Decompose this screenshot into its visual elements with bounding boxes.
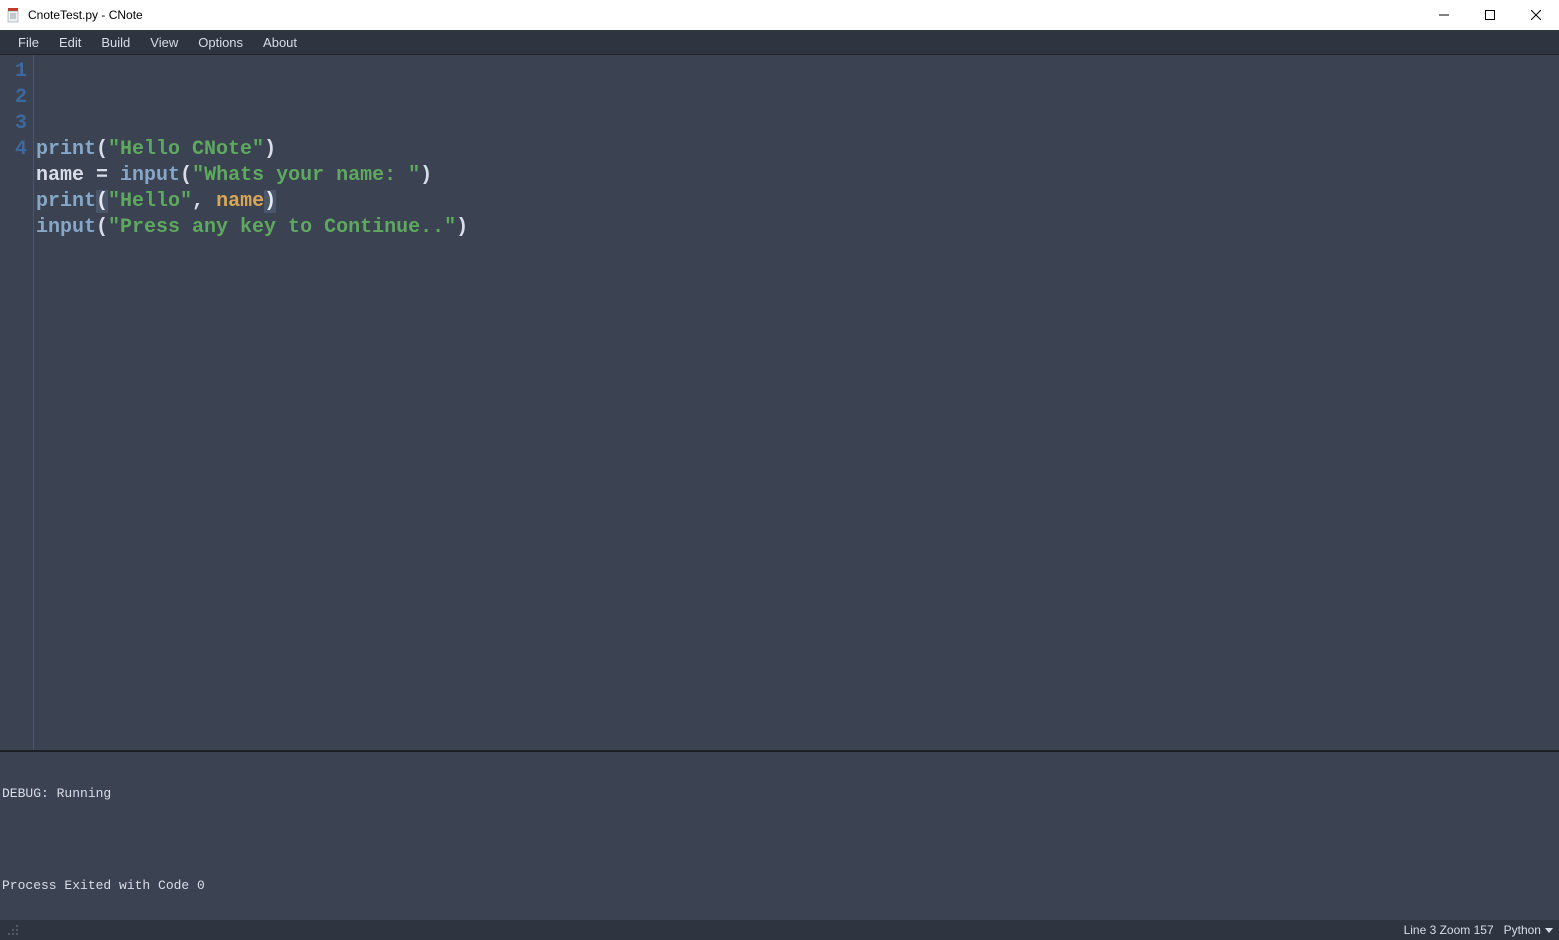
code-token: "Hello" bbox=[108, 190, 192, 213]
console-line: DEBUG: Running bbox=[2, 786, 1557, 802]
statusbar: Line 3 Zoom 157 Python bbox=[0, 920, 1559, 940]
code-token: name bbox=[36, 164, 96, 187]
code-token: ( bbox=[96, 216, 108, 239]
output-console[interactable]: DEBUG: Running Process Exited with Code … bbox=[0, 750, 1559, 920]
code-token: name bbox=[216, 190, 264, 213]
app-icon bbox=[6, 7, 22, 23]
app-window: CnoteTest.py - CNote File Edit Build Vie… bbox=[0, 0, 1559, 940]
code-token: "Whats your name: " bbox=[192, 164, 420, 187]
code-line[interactable]: input("Press any key to Continue..") bbox=[36, 215, 1559, 241]
line-number-gutter: 1 2 3 4 bbox=[0, 55, 34, 750]
line-number: 1 bbox=[0, 59, 27, 85]
code-token: ) bbox=[456, 216, 468, 239]
menu-view[interactable]: View bbox=[140, 30, 188, 54]
resize-grip-icon[interactable] bbox=[6, 923, 20, 937]
code-token: input bbox=[120, 164, 180, 187]
code-token: ( bbox=[96, 138, 108, 161]
code-area[interactable]: print("Hello CNote")name = input("Whats … bbox=[34, 55, 1559, 750]
code-token: = bbox=[96, 164, 120, 187]
console-line: Process Exited with Code 0 bbox=[2, 878, 1557, 894]
line-number: 4 bbox=[0, 137, 27, 163]
menu-about[interactable]: About bbox=[253, 30, 307, 54]
console-line bbox=[2, 832, 1557, 848]
menu-file[interactable]: File bbox=[8, 30, 49, 54]
window-title: CnoteTest.py - CNote bbox=[28, 8, 143, 22]
line-number: 3 bbox=[0, 111, 27, 137]
close-button[interactable] bbox=[1513, 0, 1559, 30]
minimize-button[interactable] bbox=[1421, 0, 1467, 30]
code-token: ) bbox=[420, 164, 432, 187]
code-token: ( bbox=[180, 164, 192, 187]
code-token: input bbox=[36, 216, 96, 239]
code-token: print bbox=[36, 138, 96, 161]
code-line[interactable]: name = input("Whats your name: ") bbox=[36, 163, 1559, 189]
code-token: print bbox=[36, 190, 96, 213]
line-number: 2 bbox=[0, 85, 27, 111]
code-line[interactable]: print("Hello CNote") bbox=[36, 137, 1559, 163]
code-token: , bbox=[192, 190, 216, 213]
menu-build[interactable]: Build bbox=[91, 30, 140, 54]
code-line[interactable]: print("Hello", name) bbox=[36, 189, 1559, 215]
language-selector[interactable]: Python bbox=[1504, 923, 1553, 937]
menu-options[interactable]: Options bbox=[188, 30, 253, 54]
menu-edit[interactable]: Edit bbox=[49, 30, 91, 54]
code-token: "Hello CNote" bbox=[108, 138, 264, 161]
code-token: "Press any key to Continue.." bbox=[108, 216, 456, 239]
code-token: ) bbox=[264, 190, 276, 213]
maximize-button[interactable] bbox=[1467, 0, 1513, 30]
menubar: File Edit Build View Options About bbox=[0, 30, 1559, 54]
titlebar[interactable]: CnoteTest.py - CNote bbox=[0, 0, 1559, 30]
code-token: ) bbox=[264, 138, 276, 161]
editor[interactable]: 1 2 3 4 print("Hello CNote")name = input… bbox=[0, 54, 1559, 750]
code-token: ( bbox=[96, 190, 108, 213]
status-line-zoom: Line 3 Zoom 157 bbox=[1404, 923, 1494, 937]
